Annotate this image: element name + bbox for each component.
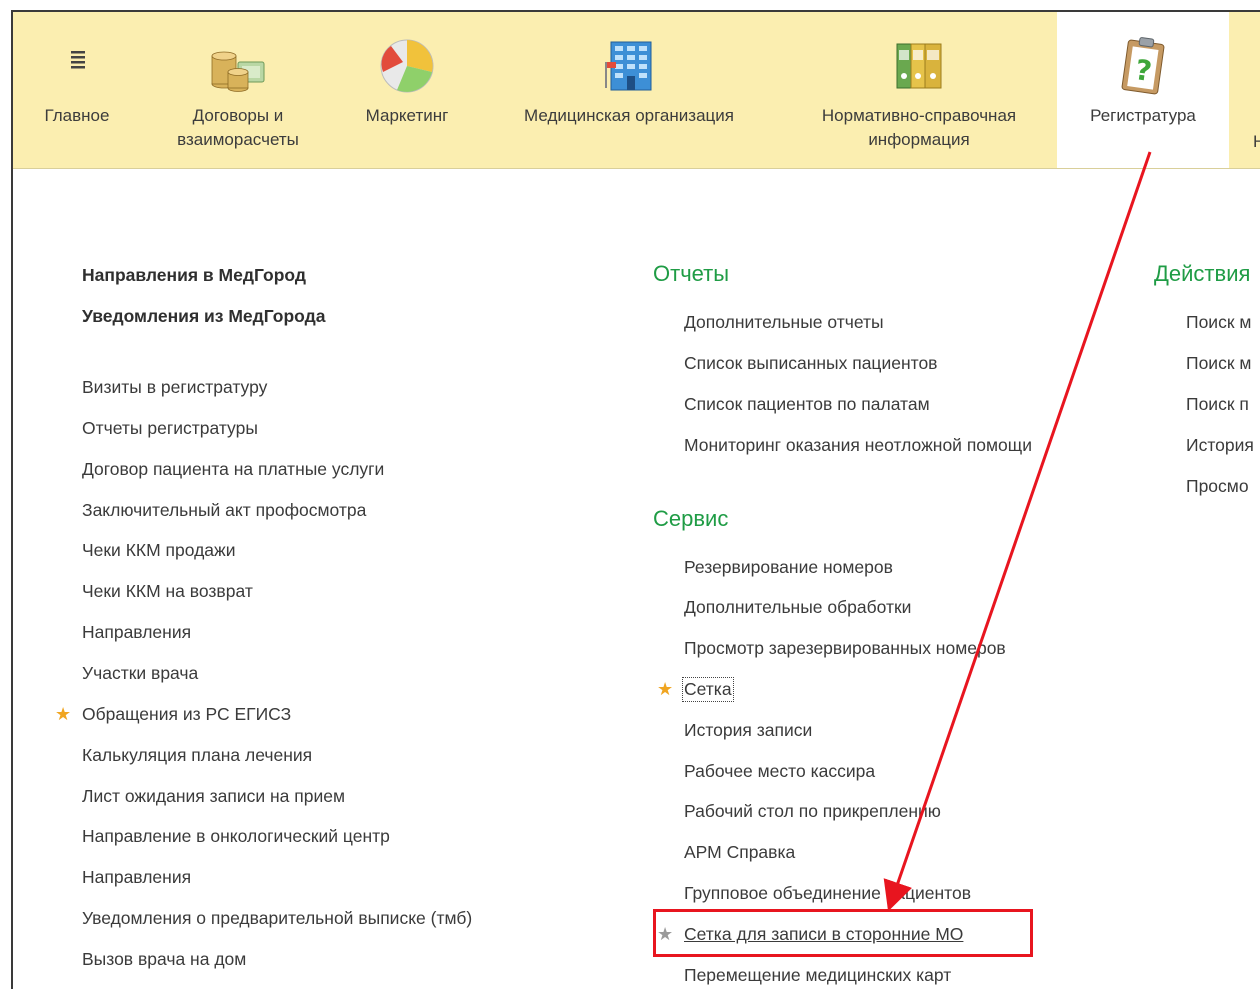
favorite-star-icon[interactable]: ★	[55, 705, 71, 723]
section-next-partial[interactable]: Н	[1241, 12, 1260, 168]
building-icon	[605, 41, 652, 91]
favorite-star-icon[interactable]: ★	[657, 680, 673, 698]
sections-panel: Главное Договоры и взаиморасчеты Маркети…	[13, 12, 1260, 169]
link-treatment-plan-calculation[interactable]: Калькуляция плана лечения	[82, 745, 312, 766]
link-refund-receipts[interactable]: Чеки ККМ на возврат	[82, 581, 253, 602]
link-additional-reports[interactable]: Дополнительные отчеты	[684, 312, 884, 333]
link-paid-services-contract[interactable]: Договор пациента на платные услуги	[82, 459, 384, 480]
section-label: Медицинская организация	[524, 106, 734, 125]
highlight-box	[653, 909, 1033, 957]
section-label: Н	[1241, 130, 1260, 154]
link-discharged-patients[interactable]: Список выписанных пациентов	[684, 353, 937, 374]
binders-icon	[896, 43, 942, 89]
clipboard-question-icon: ?	[1121, 37, 1165, 95]
service-heading: Сервис	[653, 506, 729, 531]
reports-heading: Отчеты	[653, 261, 730, 286]
app-window: Главное Договоры и взаиморасчеты Маркети…	[11, 10, 1260, 989]
link-discharge-notifications[interactable]: Уведомления о предварительной выписке (т…	[82, 908, 472, 929]
section-contracts[interactable]: Договоры и взаиморасчеты	[153, 12, 323, 168]
coins-money-icon	[211, 51, 265, 92]
section-medical-organization[interactable]: Медицинская организация	[495, 12, 763, 168]
link-group-patient-merge[interactable]: Групповое объединение пациентов	[684, 883, 971, 904]
link-arm-reference[interactable]: АРМ Справка	[684, 842, 795, 863]
link-oncology-referral[interactable]: Направление в онкологический центр	[82, 826, 390, 847]
menu-icon	[71, 51, 85, 69]
link-egisz-requests[interactable]: Обращения из РС ЕГИСЗ	[82, 704, 291, 725]
section-label: Регистратура	[1090, 106, 1196, 125]
link-additional-processing[interactable]: Дополнительные обработки	[684, 597, 911, 618]
link-action-3[interactable]: Поиск п	[1186, 394, 1249, 415]
link-action-1[interactable]: Поиск м	[1186, 312, 1251, 333]
link-sale-receipts[interactable]: Чеки ККМ продажи	[82, 540, 236, 561]
section-label: Договоры и взаиморасчеты	[177, 106, 299, 149]
section-label: Нормативно-справочная информация	[821, 106, 1017, 149]
link-referrals[interactable]: Направления	[82, 622, 191, 643]
link-referrals-2[interactable]: Направления	[82, 867, 191, 888]
registry-content: Направления в МедГород Уведомления из Ме…	[13, 169, 1260, 989]
link-action-2[interactable]: Поиск м	[1186, 353, 1251, 374]
link-emergency-monitoring[interactable]: Мониторинг оказания неотложной помощи	[684, 435, 1032, 456]
link-cashier-workplace[interactable]: Рабочее место кассира	[684, 761, 875, 782]
link-home-doctor-call[interactable]: Вызов врача на дом	[82, 949, 246, 970]
link-registry-visits[interactable]: Визиты в регистратуру	[82, 377, 267, 398]
link-appointment-history[interactable]: История записи	[684, 720, 812, 741]
link-schedule-grid[interactable]: Сетка	[682, 677, 734, 702]
section-label: Маркетинг	[365, 106, 449, 125]
link-reserved-numbers-view[interactable]: Просмотр зарезервированных номеров	[684, 638, 1006, 659]
section-marketing[interactable]: Маркетинг	[349, 12, 465, 168]
link-waiting-list[interactable]: Лист ожидания записи на прием	[82, 786, 345, 807]
section-main[interactable]: Главное	[13, 12, 141, 168]
link-final-checkup-act[interactable]: Заключительный акт профосмотра	[82, 500, 366, 521]
pie-chart-icon	[380, 39, 434, 93]
link-doctor-districts[interactable]: Участки врача	[82, 663, 198, 684]
link-registry-reports[interactable]: Отчеты регистратуры	[82, 418, 258, 439]
link-medical-cards-transfer[interactable]: Перемещение медицинских карт	[684, 965, 951, 986]
section-registry[interactable]: ? Регистратура	[1057, 12, 1229, 168]
section-reference-info[interactable]: Нормативно-справочная информация	[791, 12, 1047, 168]
actions-heading: Действия	[1154, 261, 1251, 286]
link-number-reservation[interactable]: Резервирование номеров	[684, 557, 893, 578]
link-action-4[interactable]: История	[1186, 435, 1254, 456]
link-attachment-desktop[interactable]: Рабочий стол по прикреплению	[684, 801, 941, 822]
link-patients-by-wards[interactable]: Список пациентов по палатам	[684, 394, 930, 415]
link-medgorod-notifications[interactable]: Уведомления из МедГорода	[82, 306, 325, 327]
section-label: Главное	[44, 106, 110, 125]
link-action-5[interactable]: Просмо	[1186, 476, 1249, 497]
link-medgorod-referrals[interactable]: Направления в МедГород	[82, 265, 306, 286]
